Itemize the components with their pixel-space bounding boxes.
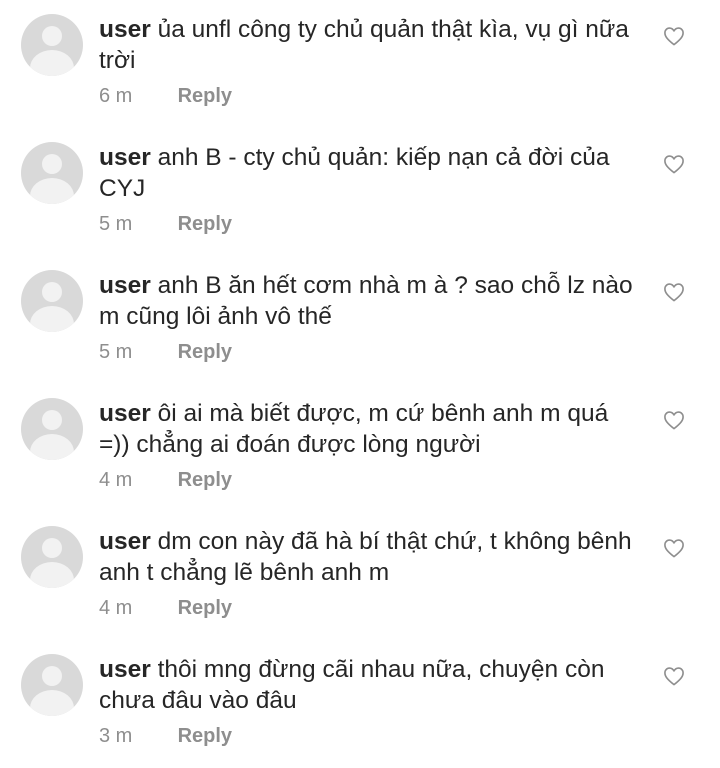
reply-button[interactable]: Reply <box>178 341 232 363</box>
avatar-head <box>42 666 62 686</box>
comment-body: user ủa unfl công ty chủ quản thật kìa, … <box>99 14 639 76</box>
avatar-head <box>42 154 62 174</box>
avatar-head <box>42 282 62 302</box>
comment-item: user anh B ăn hết cơm nhà m à ? sao chỗ … <box>0 256 720 384</box>
comment-meta: 4 m Reply <box>99 596 232 620</box>
comment-meta: 3 m Reply <box>99 724 232 748</box>
comment-meta: 6 m Reply <box>99 84 232 108</box>
comment-username[interactable]: user <box>99 272 151 299</box>
heart-outline-icon[interactable] <box>663 666 685 686</box>
reply-button[interactable]: Reply <box>178 469 232 491</box>
avatar[interactable] <box>21 526 83 588</box>
comment-meta: 4 m Reply <box>99 468 232 492</box>
comment-item: user ôi ai mà biết được, m cứ bênh anh m… <box>0 384 720 512</box>
comment-item: user dm con này đã hà bí thật chứ, t khô… <box>0 512 720 640</box>
avatar-shoulders <box>30 434 74 460</box>
heart-outline-icon[interactable] <box>663 410 685 430</box>
comment-text: anh B - cty chủ quản: kiếp nạn cả đời củ… <box>99 144 610 202</box>
avatar-shoulders <box>30 50 74 76</box>
comment-text: anh B ăn hết cơm nhà m à ? sao chỗ lz nà… <box>99 272 633 330</box>
comment-username[interactable]: user <box>99 400 151 427</box>
comment-body: user thôi mng đừng cãi nhau nữa, chuyện … <box>99 654 639 716</box>
avatar-shoulders <box>30 562 74 588</box>
avatar-shoulders <box>30 178 74 204</box>
comment-username[interactable]: user <box>99 144 151 171</box>
heart-outline-icon[interactable] <box>663 154 685 174</box>
avatar-head <box>42 26 62 46</box>
comment-body: user anh B ăn hết cơm nhà m à ? sao chỗ … <box>99 270 639 332</box>
comment-timestamp: 5 m <box>99 341 133 363</box>
comment-body: user dm con này đã hà bí thật chứ, t khô… <box>99 526 639 588</box>
comment-item: user anh B - cty chủ quản: kiếp nạn cả đ… <box>0 128 720 256</box>
comment-meta: 5 m Reply <box>99 212 232 236</box>
comment-text: ủa unfl công ty chủ quản thật kìa, vụ gì… <box>99 16 629 74</box>
avatar[interactable] <box>21 14 83 76</box>
comment-meta: 5 m Reply <box>99 340 232 364</box>
avatar-shoulders <box>30 690 74 716</box>
comment-username[interactable]: user <box>99 16 151 43</box>
comment-timestamp: 3 m <box>99 725 133 747</box>
comment-body: user ôi ai mà biết được, m cứ bênh anh m… <box>99 398 639 460</box>
heart-outline-icon[interactable] <box>663 282 685 302</box>
heart-outline-icon[interactable] <box>663 26 685 46</box>
comment-item: user thôi mng đừng cãi nhau nữa, chuyện … <box>0 640 720 768</box>
avatar-head <box>42 410 62 430</box>
comment-text: thôi mng đừng cãi nhau nữa, chuyện còn c… <box>99 656 605 714</box>
comment-body: user anh B - cty chủ quản: kiếp nạn cả đ… <box>99 142 639 204</box>
reply-button[interactable]: Reply <box>178 213 232 235</box>
heart-outline-icon[interactable] <box>663 538 685 558</box>
comment-timestamp: 4 m <box>99 469 133 491</box>
comment-username[interactable]: user <box>99 656 151 683</box>
avatar[interactable] <box>21 142 83 204</box>
comment-timestamp: 5 m <box>99 213 133 235</box>
comment-timestamp: 6 m <box>99 85 133 107</box>
comment-text: ôi ai mà biết được, m cứ bênh anh m quá … <box>99 400 609 458</box>
comment-timestamp: 4 m <box>99 597 133 619</box>
avatar-shoulders <box>30 306 74 332</box>
avatar[interactable] <box>21 398 83 460</box>
comment-username[interactable]: user <box>99 528 151 555</box>
reply-button[interactable]: Reply <box>178 725 232 747</box>
reply-button[interactable]: Reply <box>178 85 232 107</box>
comment-item: user ủa unfl công ty chủ quản thật kìa, … <box>0 0 720 128</box>
comment-text: dm con này đã hà bí thật chứ, t không bê… <box>99 528 632 586</box>
avatar[interactable] <box>21 270 83 332</box>
reply-button[interactable]: Reply <box>178 597 232 619</box>
avatar-head <box>42 538 62 558</box>
avatar[interactable] <box>21 654 83 716</box>
